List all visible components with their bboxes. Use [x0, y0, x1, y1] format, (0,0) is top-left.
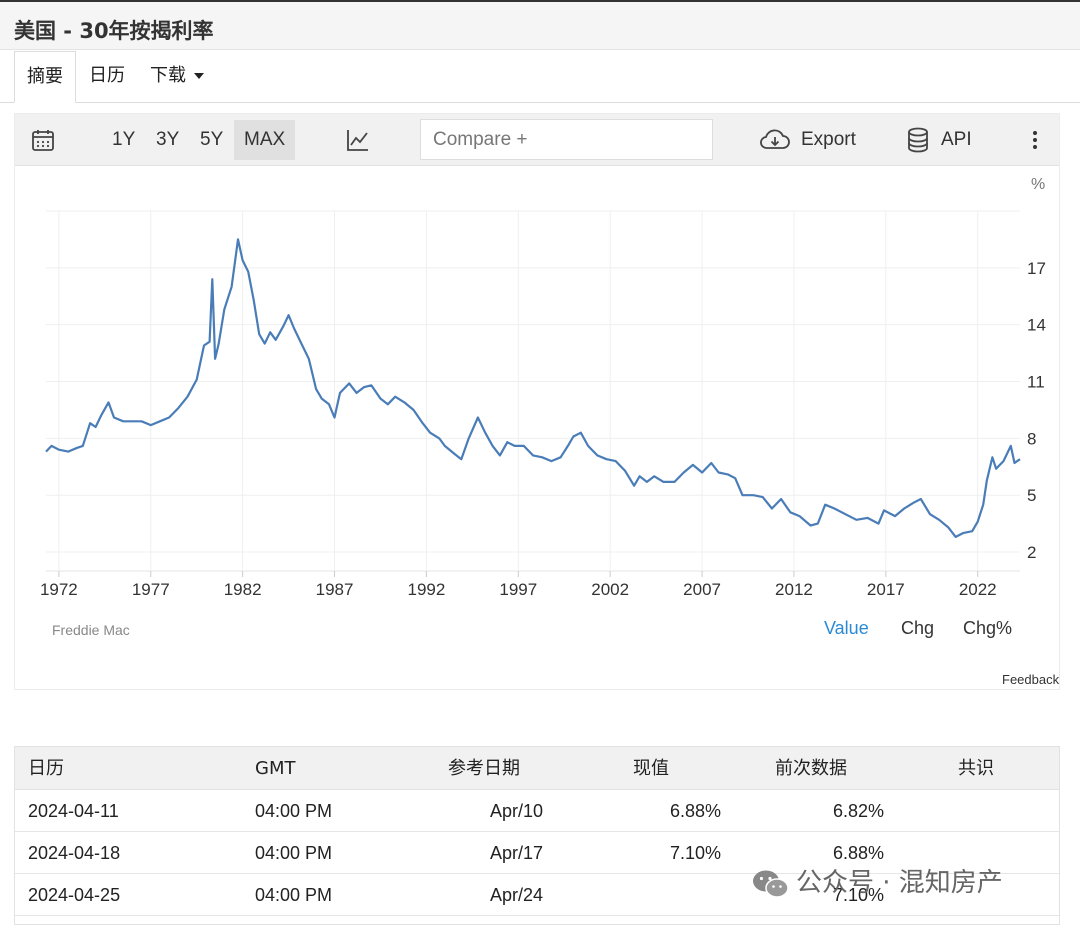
- x-tick-label: 1992: [407, 580, 445, 599]
- x-tick-label: 2017: [867, 580, 905, 599]
- cell-previous: 6.82%: [832, 801, 884, 821]
- y-tick-label: 2: [1027, 543, 1036, 562]
- range-1y-button[interactable]: 1Y: [112, 114, 135, 166]
- tab-download[interactable]: 下载: [150, 51, 204, 103]
- x-tick-label: 1977: [132, 580, 170, 599]
- database-icon[interactable]: [907, 127, 929, 153]
- title-bar: 美国 - 30年按揭利率: [0, 0, 1080, 50]
- table-row: 2024-04-11 04:00 PM Apr/10 6.88% 6.82%: [15, 790, 1059, 832]
- line-chart-icon[interactable]: [346, 128, 370, 152]
- range-max-button[interactable]: MAX: [234, 120, 296, 160]
- x-tick-label: 2002: [591, 580, 629, 599]
- view-chg-button[interactable]: Chg: [901, 618, 934, 639]
- cell-calendar: 2024-04-11: [28, 801, 119, 821]
- y-tick-label: 17: [1027, 259, 1046, 278]
- x-tick-label: 1972: [40, 580, 78, 599]
- line-chart: 2 5 8 11 14 17 1972 1977 1982 1987 1992 1997 2002 200…: [40, 210, 1046, 599]
- cell-gmt: 04:00 PM: [255, 843, 333, 863]
- cell-gmt: 04:00 PM: [255, 885, 333, 905]
- cloud-download-icon[interactable]: [759, 128, 791, 152]
- cell-calendar: 2024-04-18: [28, 843, 121, 863]
- x-tick-label: 2022: [959, 580, 997, 599]
- range-3y-button[interactable]: 3Y: [156, 114, 179, 166]
- x-tick-label: 2007: [683, 580, 721, 599]
- header-previous: 前次数据: [775, 758, 847, 779]
- chart-panel: 1Y 3Y 5Y MAX Compare + Export API % 2581…: [14, 113, 1060, 690]
- tab-calendar[interactable]: 日历: [89, 51, 125, 103]
- caret-down-icon: [194, 73, 204, 79]
- more-vertical-icon[interactable]: [1029, 130, 1041, 152]
- cell-calendar: 2024-04-25: [28, 885, 121, 905]
- tab-download-label: 下载: [150, 65, 186, 86]
- y-tick-label: 5: [1027, 486, 1036, 505]
- wechat-icon: [753, 870, 789, 898]
- cell-reference: Apr/17: [489, 843, 543, 863]
- feedback-link[interactable]: Feedback: [1002, 672, 1059, 687]
- cell-actual: 7.10%: [669, 843, 721, 863]
- view-value-button[interactable]: Value: [824, 618, 869, 639]
- calendar-icon[interactable]: [31, 128, 55, 152]
- watermark-text: 公众号 · 混知房产: [796, 868, 1003, 898]
- header-actual: 现值: [633, 758, 669, 779]
- tab-bar: 摘要 日历 下载: [0, 51, 1080, 103]
- x-tick-label: 1987: [316, 580, 354, 599]
- tab-summary[interactable]: 摘要: [14, 51, 76, 103]
- range-5y-button[interactable]: 5Y: [200, 114, 223, 166]
- cell-actual: 6.88%: [669, 801, 721, 821]
- cell-gmt: 04:00 PM: [255, 801, 333, 821]
- compare-input[interactable]: Compare +: [420, 119, 713, 160]
- y-tick-label: 11: [1027, 373, 1045, 392]
- x-tick-label: 2012: [775, 580, 813, 599]
- view-chg-pct-button[interactable]: Chg%: [963, 618, 1012, 639]
- api-button[interactable]: API: [941, 114, 972, 166]
- table-header: 日历 GMT 参考日期 现值 前次数据 共识: [15, 747, 1059, 790]
- y-tick-label: 14: [1027, 316, 1046, 335]
- x-tick-label: 1997: [499, 580, 537, 599]
- x-tick-label: 1982: [224, 580, 262, 599]
- header-calendar: 日历: [28, 758, 64, 779]
- cell-reference: Apr/10: [489, 801, 543, 821]
- header-gmt: GMT: [255, 758, 296, 779]
- export-button[interactable]: Export: [801, 114, 856, 166]
- cell-reference: Apr/24: [489, 885, 543, 905]
- header-reference-date: 参考日期: [448, 758, 520, 779]
- series-line: [45, 238, 1021, 538]
- chart-source: Freddie Mac: [52, 622, 130, 638]
- page-title: 美国 - 30年按揭利率: [14, 19, 214, 43]
- y-tick-label: 8: [1027, 429, 1036, 448]
- watermark: 公众号 · 混知房产: [752, 862, 1003, 899]
- chart-toolbar: 1Y 3Y 5Y MAX Compare + Export API: [15, 114, 1059, 166]
- header-consensus: 共识: [958, 758, 994, 779]
